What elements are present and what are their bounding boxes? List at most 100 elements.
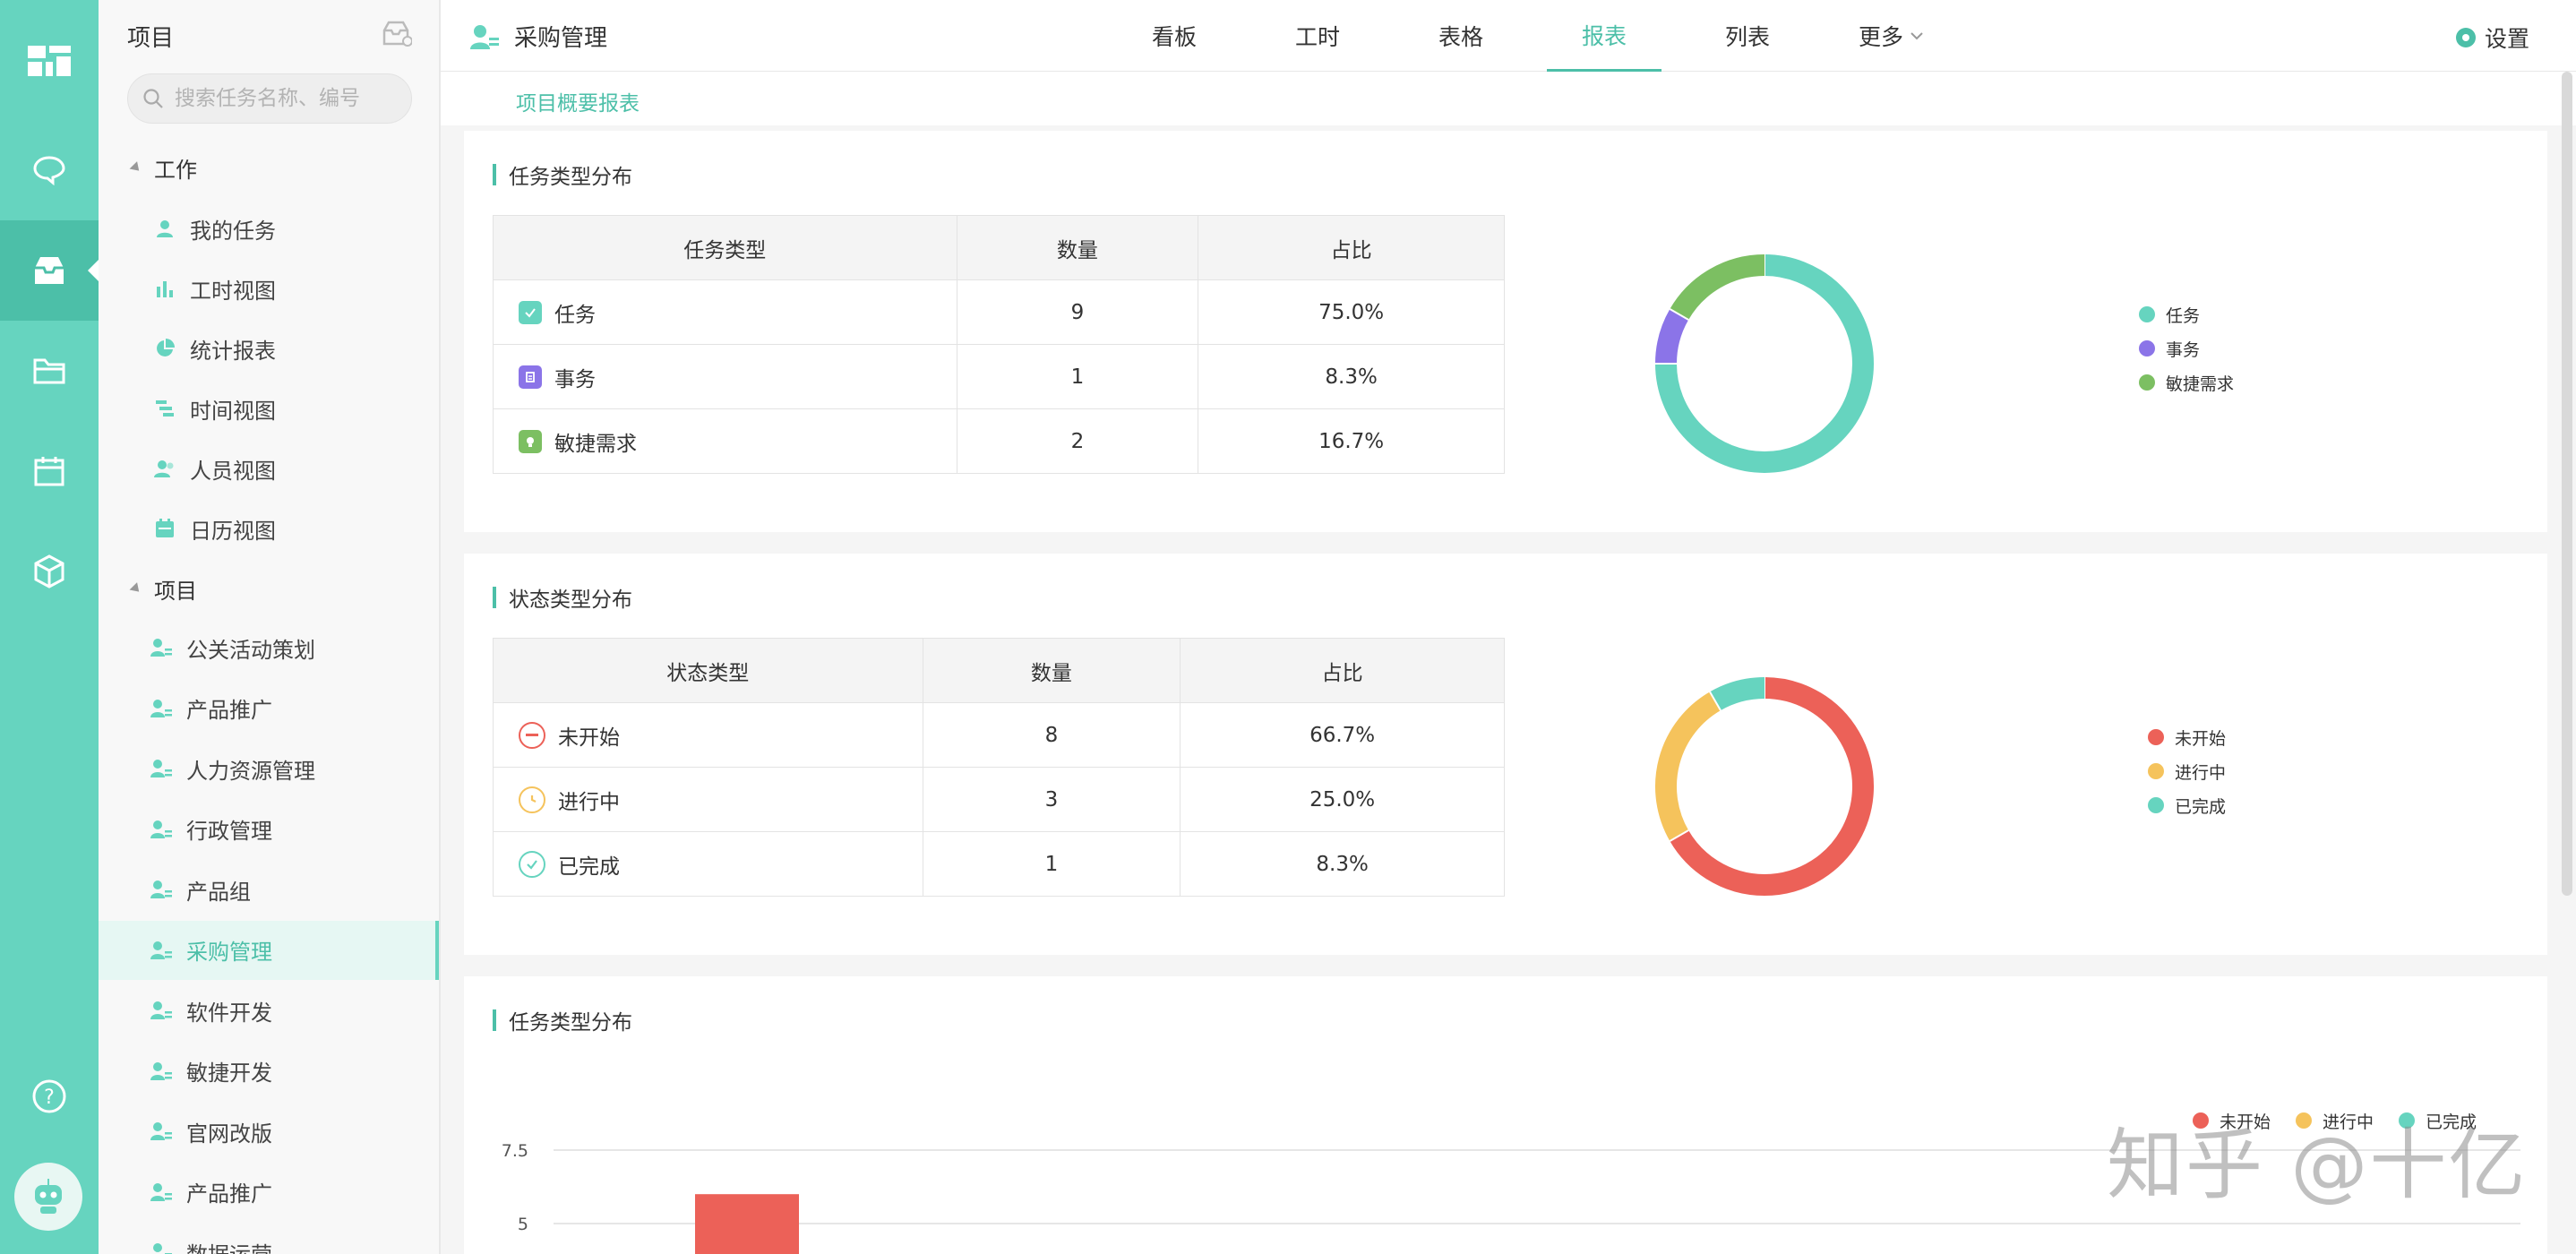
group-work-label: 工作 (154, 158, 197, 183)
donut-slice-事务[interactable] (1655, 309, 1689, 365)
search-box[interactable] (127, 73, 412, 124)
settings-label: 设置 (2484, 26, 2529, 52)
tab-worktime[interactable]: 工时 (1260, 0, 1375, 72)
people-icon (152, 456, 177, 481)
row-label: 敏捷需求 (554, 432, 637, 456)
project-user-icon (149, 938, 174, 963)
sidebar-project-label: 人力资源管理 (186, 758, 315, 784)
table-row: 敏捷需求 2 16.7% (493, 408, 1505, 474)
chat-icon[interactable] (0, 120, 99, 220)
sidebar-project-item[interactable]: 公关活动策划 (99, 618, 439, 677)
tab-list[interactable]: 列表 (1690, 0, 1805, 72)
sidebar-item-reports[interactable]: 统计报表 (99, 319, 439, 378)
sidebar-project-item[interactable]: 数据运营 (99, 1223, 439, 1254)
sidebar-project-item[interactable]: 敏捷开发 (99, 1042, 439, 1101)
donut-slice-敏捷需求[interactable] (1670, 254, 1765, 321)
project-user-icon (149, 1059, 174, 1084)
sidebar-item-calendar[interactable]: 日历视图 (99, 499, 439, 558)
dashboard-icon[interactable] (0, 11, 99, 111)
sidebar-item-worktime[interactable]: 工时视图 (99, 259, 439, 318)
legend-item[interactable]: 事务 (2139, 331, 2234, 365)
sidebar-title: 项目 (127, 25, 175, 52)
calendar-icon[interactable] (0, 421, 99, 521)
table-header: 数量 (956, 215, 1199, 280)
group-work[interactable]: 工作 (129, 152, 197, 184)
sidebar-project-item[interactable]: 产品组 (99, 860, 439, 919)
row-label: 任务 (554, 303, 596, 327)
tab-reports[interactable]: 报表 (1547, 0, 1662, 72)
tab-kanban[interactable]: 看板 (1117, 0, 1232, 72)
table-header: 状态类型 (493, 638, 923, 703)
inbox-icon[interactable] (0, 220, 99, 321)
row-pct: 66.7% (1180, 702, 1505, 768)
sidebar-project-item[interactable]: 产品推广 (99, 679, 439, 738)
bar-chart-icon (152, 276, 177, 301)
row-label: 已完成 (558, 855, 620, 879)
section-title: 任务类型分布 (493, 159, 632, 190)
legend-item[interactable]: 已完成 (2148, 788, 2226, 822)
table-row: 已完成 1 8.3% (493, 831, 1505, 897)
status-type-table: 状态类型 数量 占比 未开始 8 66.7% 进行中 3 25.0% 已完成 1… (493, 638, 1505, 897)
scrollbar[interactable] (2562, 72, 2572, 896)
legend-item[interactable]: 敏捷需求 (2139, 365, 2234, 399)
left-rail: ? (0, 0, 99, 1254)
donut-slice-进行中[interactable] (1655, 691, 1722, 841)
bar-未开始[interactable] (695, 1194, 799, 1254)
tab-table[interactable]: 表格 (1404, 0, 1518, 72)
project-user-icon (149, 756, 174, 781)
cube-icon[interactable] (0, 521, 99, 622)
sidebar-item-label: 日历视图 (190, 518, 276, 544)
affair-icon (519, 365, 542, 389)
user-icon (152, 216, 177, 241)
project-user-icon (149, 1119, 174, 1144)
archive-icon[interactable] (382, 20, 413, 50)
legend-item[interactable]: 未开始 (2148, 720, 2226, 754)
y-tick-label: 5 (518, 1215, 528, 1234)
donut-slice-已完成[interactable] (1710, 677, 1765, 711)
table-header: 占比 (1198, 215, 1505, 280)
sidebar-project-item[interactable]: 人力资源管理 (99, 739, 439, 798)
in-progress-icon (519, 786, 545, 813)
project-user-icon (149, 877, 174, 902)
status-donut-chart (1655, 677, 1874, 896)
table-row: 未开始 8 66.7% (493, 702, 1505, 768)
chevron-down-icon (1911, 32, 1923, 40)
project-user-icon (470, 24, 499, 49)
folder-icon[interactable] (0, 321, 99, 421)
sidebar-item-timeline[interactable]: 时间视图 (99, 379, 439, 438)
search-input[interactable] (175, 87, 399, 110)
sidebar-item-people[interactable]: 人员视图 (99, 439, 439, 498)
group-projects[interactable]: 项目 (129, 573, 197, 605)
collapse-triangle-icon (129, 582, 143, 596)
sidebar-project-item[interactable]: 采购管理 (99, 920, 439, 980)
project-user-icon (149, 998, 174, 1023)
table-header: 数量 (922, 638, 1181, 703)
search-icon (143, 89, 163, 108)
section-title: 状态类型分布 (493, 582, 632, 613)
row-label: 未开始 (558, 726, 620, 750)
sidebar-item-my-tasks[interactable]: 我的任务 (99, 199, 439, 258)
legend-item[interactable]: 任务 (2139, 297, 2234, 331)
robot-avatar[interactable] (14, 1163, 82, 1231)
sidebar-project-item[interactable]: 官网改版 (99, 1102, 439, 1161)
task-type-legend: 任务 事务 敏捷需求 (2139, 297, 2234, 399)
report-tab-overview[interactable]: 项目概要报表 (516, 86, 640, 116)
sidebar-project-item[interactable]: 软件开发 (99, 981, 439, 1040)
sidebar-project-label: 公关活动策划 (186, 637, 315, 663)
watermark-text: 知乎 @十亿 (2107, 1121, 2528, 1210)
task-type-card: 任务类型分布 任务类型 数量 占比 任务 9 75.0% 事务 1 8.3% 敏… (464, 131, 2547, 532)
row-count: 1 (956, 344, 1199, 409)
agile-icon (519, 429, 542, 453)
not-started-icon (519, 721, 545, 749)
row-count: 1 (922, 831, 1181, 897)
tab-more[interactable]: 更多 (1833, 0, 1948, 72)
sidebar-project-item[interactable]: 产品推广 (99, 1163, 439, 1222)
legend-item[interactable]: 进行中 (2148, 754, 2226, 788)
group-projects-label: 项目 (154, 579, 197, 604)
sidebar-project-label: 产品推广 (186, 698, 272, 723)
sidebar-project-item[interactable]: 行政管理 (99, 800, 439, 859)
gear-icon (2455, 28, 2476, 47)
svg-text:?: ? (44, 1087, 55, 1109)
settings-button[interactable]: 设置 (2455, 21, 2529, 54)
help-icon[interactable]: ? (0, 1046, 99, 1147)
